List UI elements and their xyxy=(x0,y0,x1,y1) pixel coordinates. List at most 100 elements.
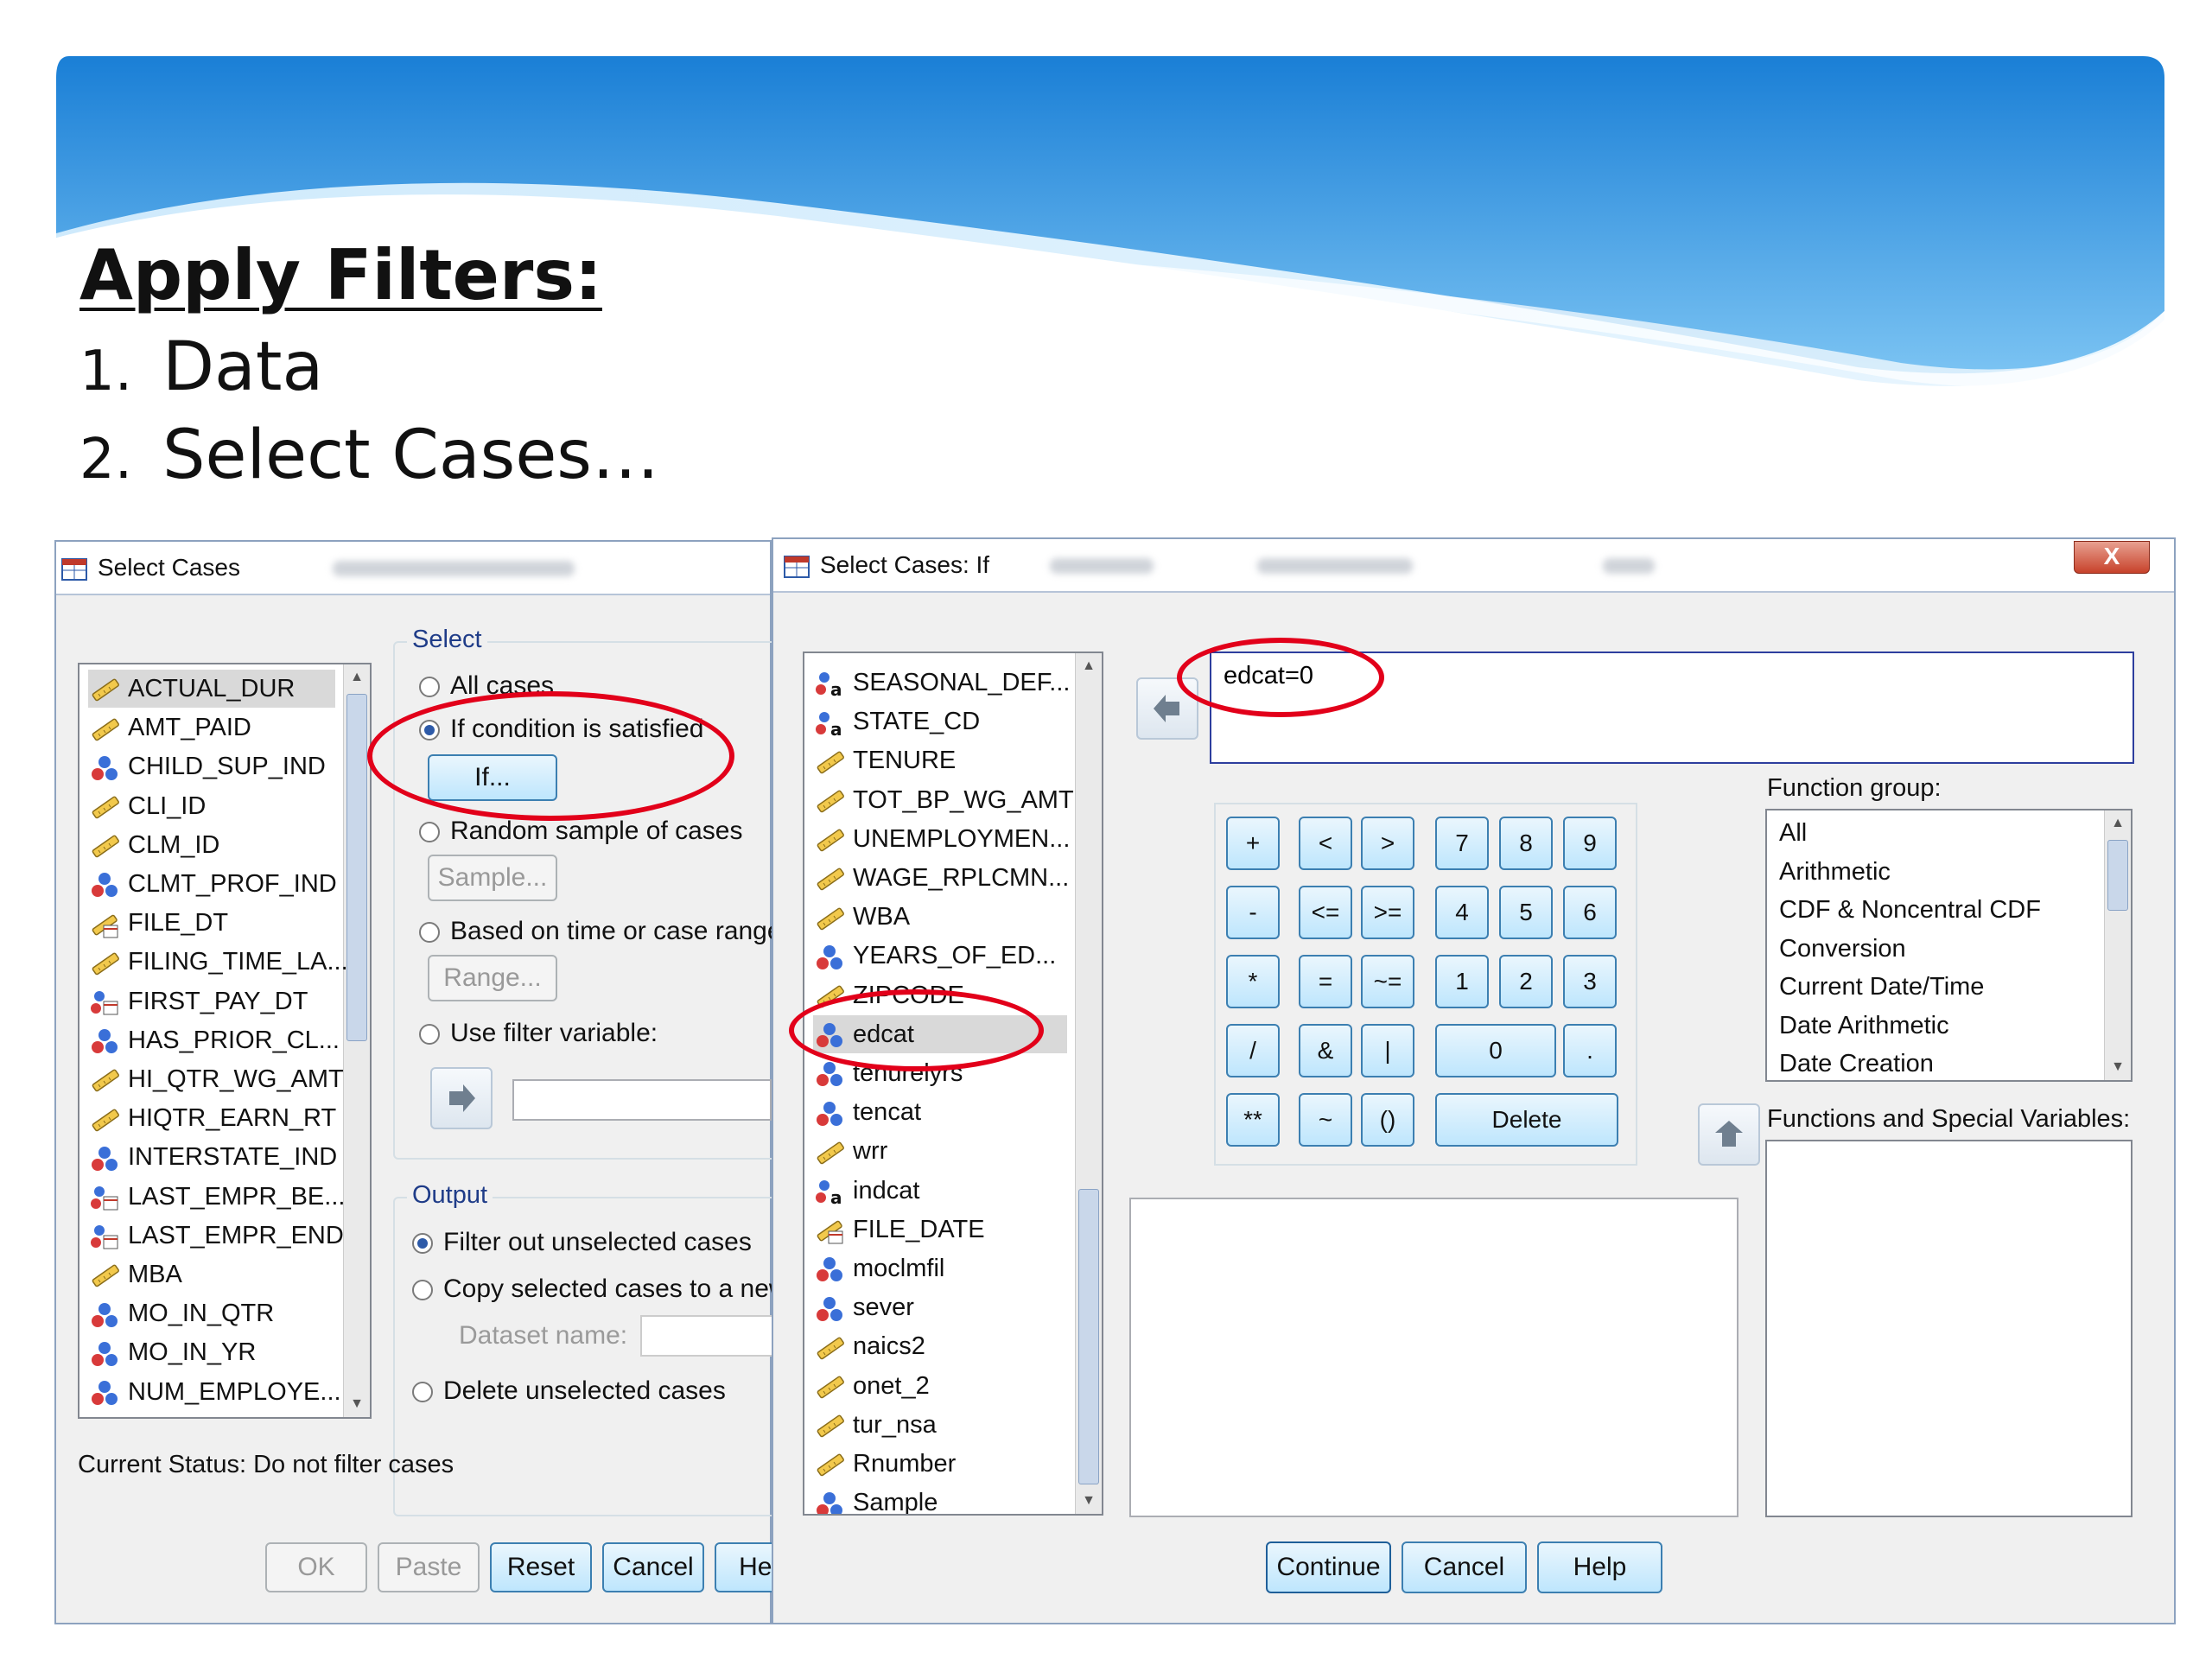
variable-list-item[interactable]: MO_IN_QTR xyxy=(88,1294,335,1332)
keypad-key[interactable]: < xyxy=(1299,817,1352,870)
delete-key[interactable]: Delete xyxy=(1435,1093,1618,1147)
scroll-thumb[interactable] xyxy=(346,694,367,1041)
paste-button[interactable]: Paste xyxy=(378,1542,480,1592)
keypad-key[interactable]: ** xyxy=(1226,1093,1280,1147)
function-group-list[interactable]: ▲ ▼ All Arithmetic CDF & Noncentral CDF Con… xyxy=(1765,809,2133,1082)
sample-button[interactable]: Sample... xyxy=(428,855,557,901)
keypad-key[interactable]: 1 xyxy=(1435,955,1489,1008)
move-function-button[interactable] xyxy=(1698,1103,1760,1166)
variable-list-item[interactable]: INTERSTATE_IND xyxy=(88,1138,337,1176)
function-group-item[interactable]: Current Date/Time xyxy=(1779,973,1984,1001)
radio-icon[interactable] xyxy=(419,822,440,843)
cancel-button[interactable]: Cancel xyxy=(602,1542,704,1592)
keypad-key[interactable]: 9 xyxy=(1563,817,1617,870)
variable-list-item[interactable]: moclmfil xyxy=(813,1249,1067,1287)
dataset-name-field[interactable] xyxy=(640,1315,779,1357)
variable-list-item[interactable]: NUM_EMPLOYE... xyxy=(88,1373,341,1411)
continue-button[interactable]: Continue xyxy=(1266,1541,1391,1593)
variable-list-item[interactable]: AMT_PAID xyxy=(88,709,335,747)
radio-icon[interactable] xyxy=(412,1382,433,1403)
keypad-key[interactable]: 6 xyxy=(1563,886,1617,939)
variable-list-item[interactable]: FILE_DT xyxy=(88,904,335,942)
variable-list-item[interactable]: WAGE_RPLCMN... xyxy=(813,859,1069,897)
radio-copy-selected[interactable]: Copy selected cases to a new dataset xyxy=(412,1274,772,1304)
keypad-key[interactable]: ~= xyxy=(1361,955,1414,1008)
functions-list[interactable] xyxy=(1765,1140,2133,1517)
help-button[interactable]: Help xyxy=(1537,1541,1662,1593)
variable-list-item[interactable]: wrr xyxy=(813,1132,1067,1170)
scroll-up-icon[interactable]: ▲ xyxy=(2105,810,2131,836)
ok-button[interactable]: OK xyxy=(265,1542,367,1592)
keypad-key[interactable]: / xyxy=(1226,1024,1280,1077)
variable-list-item[interactable]: HAS_PRIOR_CL... xyxy=(88,1021,340,1059)
variable-list-item[interactable]: FIRST_PAY_DT xyxy=(88,982,335,1020)
variable-list-item[interactable]: tencat xyxy=(813,1093,1067,1131)
variable-list-item[interactable]: LAST_EMPR_END xyxy=(88,1217,344,1255)
scroll-up-icon[interactable]: ▲ xyxy=(1076,653,1102,679)
keypad-key[interactable]: 3 xyxy=(1563,955,1617,1008)
cancel-button[interactable]: Cancel xyxy=(1402,1541,1527,1593)
radio-icon[interactable] xyxy=(419,1024,440,1046)
variable-list-item[interactable]: HI_QTR_WG_AMT xyxy=(88,1060,344,1098)
keypad-key[interactable]: & xyxy=(1299,1024,1352,1077)
radio-filter-variable[interactable]: Use filter variable: xyxy=(419,1019,658,1048)
keypad-key[interactable]: () xyxy=(1361,1093,1414,1147)
select-if-titlebar[interactable]: Select Cases: If X xyxy=(773,539,2174,593)
close-button[interactable]: X xyxy=(2074,541,2150,574)
select-cases-titlebar[interactable]: Select Cases xyxy=(56,542,770,595)
function-group-scrollbar[interactable]: ▲ ▼ xyxy=(2104,810,2131,1080)
variable-list-item[interactable]: MO_IN_YR xyxy=(88,1333,335,1371)
reset-button[interactable]: Reset xyxy=(490,1542,592,1592)
keypad-key[interactable]: | xyxy=(1361,1024,1414,1077)
scroll-thumb[interactable] xyxy=(2107,840,2128,911)
source-list-scrollbar[interactable]: ▲ ▼ xyxy=(343,664,370,1417)
variable-list-item[interactable]: LAST_EMPR_BE... xyxy=(88,1178,345,1216)
variable-list-item[interactable]: Rnumber xyxy=(813,1445,1067,1483)
variable-list-item[interactable]: tur_nsa xyxy=(813,1406,1067,1444)
variable-list-item[interactable]: HIQTR_EARN_RT xyxy=(88,1099,336,1137)
radio-icon[interactable] xyxy=(412,1280,433,1301)
keypad-key[interactable]: * xyxy=(1226,955,1280,1008)
function-group-item[interactable]: Conversion xyxy=(1779,935,1906,963)
variable-list-item[interactable]: ACTUAL_DUR xyxy=(88,670,335,708)
variable-list-item[interactable]: TOT_BP_WG_AMT xyxy=(813,781,1074,819)
keypad-key[interactable]: . xyxy=(1563,1024,1617,1077)
scroll-thumb[interactable] xyxy=(1078,1189,1099,1484)
variable-list-item[interactable]: CLMT_PROF_IND xyxy=(88,865,337,903)
variable-list-item[interactable]: MBA xyxy=(88,1255,335,1294)
variable-list-item[interactable]: a SEASONAL_DEF... xyxy=(813,664,1070,702)
function-group-item[interactable]: Arithmetic xyxy=(1779,858,1891,887)
if-variable-list[interactable]: ▲ ▼ a SEASONAL_DEF... a STATE_CD TENURE TOT_B… xyxy=(803,652,1103,1516)
keypad-key[interactable]: > xyxy=(1361,817,1414,870)
keypad-key[interactable]: + xyxy=(1226,817,1280,870)
move-variable-button[interactable] xyxy=(430,1067,493,1129)
scroll-down-icon[interactable]: ▼ xyxy=(1076,1488,1102,1514)
variable-list-item[interactable]: onet_2 xyxy=(813,1367,1067,1405)
keypad-key[interactable]: 8 xyxy=(1499,817,1553,870)
variable-list-item[interactable]: Sample xyxy=(813,1484,1067,1514)
variable-list-item[interactable]: FILE_DATE xyxy=(813,1211,1067,1249)
radio-selected-icon[interactable] xyxy=(412,1233,433,1255)
radio-time-range[interactable]: Based on time or case range xyxy=(419,917,782,946)
keypad-key[interactable]: <= xyxy=(1299,886,1352,939)
variable-list-item[interactable]: FILING_TIME_LA... xyxy=(88,943,348,981)
keypad-key[interactable]: - xyxy=(1226,886,1280,939)
variable-list-item[interactable]: CHILD_SUP_IND xyxy=(88,747,335,785)
source-variable-list[interactable]: ▲ ▼ ACTUAL_DUR AMT_PAID CHILD_SUP_IND CLI_I… xyxy=(78,663,372,1419)
variable-list-item[interactable]: sever xyxy=(813,1288,1067,1326)
function-group-item[interactable]: Date Arithmetic xyxy=(1779,1012,1949,1040)
keypad-key[interactable]: 0 xyxy=(1435,1024,1556,1077)
variable-list-item[interactable]: ONET_CD xyxy=(88,1412,335,1418)
keypad-key[interactable]: 5 xyxy=(1499,886,1553,939)
keypad-key[interactable]: 7 xyxy=(1435,817,1489,870)
keypad-key[interactable]: 2 xyxy=(1499,955,1553,1008)
variable-list-item[interactable]: YEARS_OF_ED... xyxy=(813,937,1067,975)
variable-list-item[interactable]: TENURE xyxy=(813,741,1067,779)
variable-list-item[interactable]: WBA xyxy=(813,898,1067,936)
radio-icon[interactable] xyxy=(419,922,440,944)
variable-list-item[interactable]: CLM_ID xyxy=(88,826,335,864)
variable-list-item[interactable]: CLI_ID xyxy=(88,787,335,825)
variable-list-item[interactable]: naics2 xyxy=(813,1327,1067,1365)
if-list-scrollbar[interactable]: ▲ ▼ xyxy=(1075,653,1102,1514)
scroll-down-icon[interactable]: ▼ xyxy=(344,1391,370,1417)
